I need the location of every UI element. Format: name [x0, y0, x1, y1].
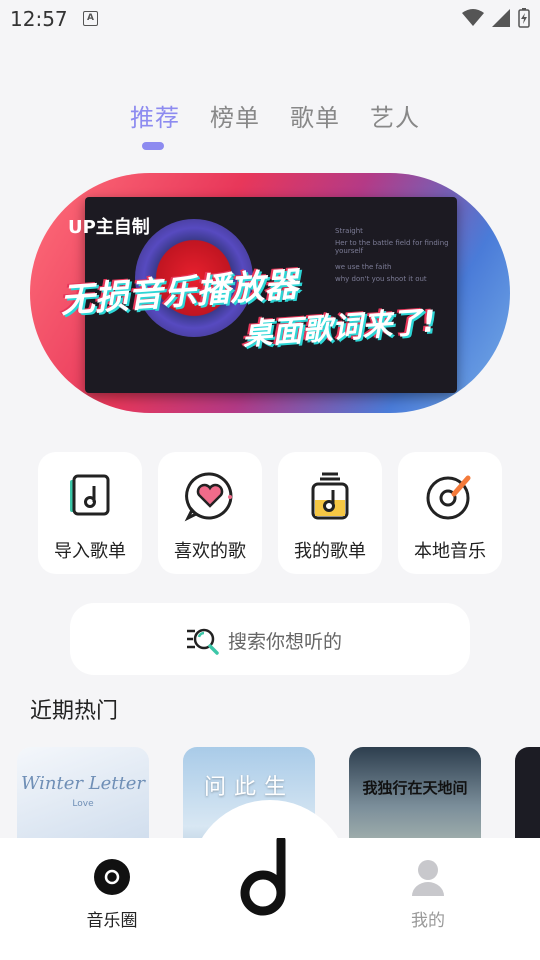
section-title-recent: 近期热门 [30, 699, 119, 724]
status-time: 12:57 [10, 7, 68, 31]
banner-lyric-line: Her to the battle field for finding your… [335, 239, 449, 255]
shortcut-label: 导入歌单 [54, 541, 126, 562]
album-cover-subtitle: Love [72, 799, 94, 809]
search-bar[interactable]: 搜索你想听的 [70, 603, 470, 675]
tab-playlists[interactable]: 歌单 [290, 98, 340, 133]
notification-a-icon: A [83, 11, 98, 26]
tab-artists[interactable]: 艺人 [370, 98, 420, 133]
banner-lyric-line: why don't you shoot it out [335, 275, 427, 283]
tab-active-indicator [142, 142, 164, 150]
system-icons [462, 8, 530, 28]
app-logo-play-icon[interactable] [236, 838, 296, 918]
my-playlist-button[interactable]: 我的歌单 [278, 452, 382, 574]
album-cover-title: Winter Letter [20, 773, 146, 794]
shortcut-grid: 导入歌单 喜欢的歌 我的歌单 本地音乐 [38, 452, 502, 574]
wifi-icon [462, 9, 484, 26]
user-icon [412, 860, 444, 896]
banner-lyric-line: Straight [335, 227, 363, 235]
favorite-songs-button[interactable]: 喜欢的歌 [158, 452, 262, 574]
favorite-songs-icon [184, 472, 233, 522]
nav-label: 我的 [411, 911, 445, 931]
disc-icon [94, 859, 130, 895]
promo-banner[interactable]: Straight Her to the battle field for fin… [30, 173, 510, 413]
shortcut-label: 本地音乐 [414, 541, 486, 562]
import-playlist-button[interactable]: 导入歌单 [38, 452, 142, 574]
my-playlist-icon [311, 472, 349, 520]
local-music-icon [426, 475, 471, 520]
shortcut-label: 喜欢的歌 [174, 541, 246, 562]
tab-charts[interactable]: 榜单 [210, 98, 260, 133]
search-icon [187, 628, 219, 655]
shortcut-label: 我的歌单 [294, 541, 366, 562]
local-music-button[interactable]: 本地音乐 [398, 452, 502, 574]
nav-music-circle[interactable]: 音乐圈 [62, 858, 162, 931]
status-bar: 12:57 A [0, 0, 540, 36]
album-cover-title: 我独行在天地间 [362, 779, 468, 797]
category-tabs: 推荐 榜单 歌单 艺人 [130, 98, 420, 133]
search-placeholder: 搜索你想听的 [228, 631, 343, 653]
album-cover-title: 问此生 [203, 775, 294, 800]
banner-tag: UP主自制 [68, 217, 150, 238]
banner-lyric-line: we use the faith [335, 263, 392, 271]
nav-mine[interactable]: 我的 [378, 858, 478, 931]
import-playlist-icon [70, 474, 110, 516]
tab-recommend[interactable]: 推荐 [130, 98, 180, 133]
signal-icon [492, 9, 510, 27]
battery-icon [518, 8, 530, 28]
nav-label: 音乐圈 [86, 911, 138, 931]
